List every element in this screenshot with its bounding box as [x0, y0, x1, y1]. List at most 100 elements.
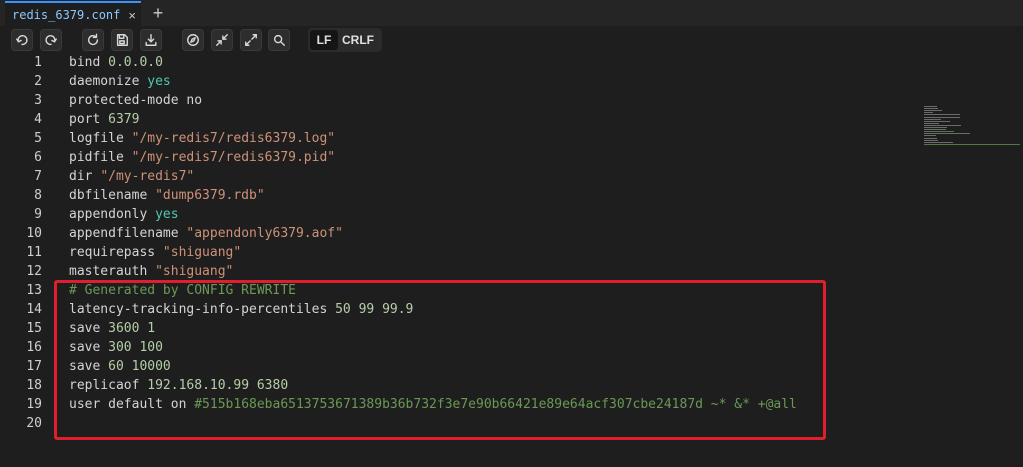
code-text: port 6379	[69, 112, 139, 127]
code-line[interactable]: 12 masterauth "shiguang"	[0, 262, 910, 281]
undo-icon[interactable]	[11, 29, 33, 51]
code-text: dir "/my-redis7"	[69, 169, 194, 184]
code-token: "shiguang"	[162, 245, 242, 260]
minimap-line	[924, 133, 971, 135]
minimap-line	[924, 114, 960, 116]
code-token: dbfilename	[69, 188, 156, 203]
code-token: dir	[69, 169, 101, 184]
line-number: 5	[34, 131, 42, 146]
eol-crlf-option[interactable]: CRLF	[338, 30, 378, 50]
minimap-line	[924, 124, 961, 126]
code-token: "appendonly6379.aof"	[186, 226, 343, 241]
line-number: 3	[34, 93, 42, 108]
minimap-line	[924, 135, 936, 137]
code-line[interactable]: 8 dbfilename "dump6379.rdb"	[0, 186, 910, 205]
minimap-line	[924, 139, 938, 141]
line-number: 18	[26, 378, 42, 393]
code-token: "/my-redis7/redis6379.pid"	[131, 150, 336, 165]
line-number: 7	[34, 169, 42, 184]
code-text: masterauth "shiguang"	[69, 264, 233, 279]
code-line[interactable]: 3 protected-mode no	[0, 91, 910, 110]
line-number: 13	[26, 283, 42, 298]
code-text: daemonize yes	[69, 74, 171, 89]
minimap-line	[924, 137, 937, 139]
code-token: bind	[69, 55, 109, 70]
line-number: 1	[34, 55, 42, 70]
minimap-line	[924, 116, 960, 118]
minimap-line	[924, 118, 941, 120]
minimap-line	[924, 120, 951, 122]
code-token: requirepass	[69, 245, 163, 260]
toolbar: LF CRLF	[0, 26, 1023, 54]
code-line[interactable]: 11 requirepass "shiguang"	[0, 243, 910, 262]
code-token: 0.0.0.0	[108, 55, 163, 70]
minimap-line	[924, 127, 948, 128]
code-line[interactable]: 9 appendonly yes	[0, 205, 910, 224]
code-token: masterauth	[69, 264, 156, 279]
code-token: port	[69, 112, 109, 127]
code-line[interactable]: 7 dir "/my-redis7"	[0, 167, 910, 186]
redo-icon[interactable]	[40, 29, 62, 51]
reload-icon[interactable]	[82, 29, 104, 51]
minimap-line	[924, 112, 934, 114]
code-token: yes	[147, 74, 171, 89]
minimap-line	[924, 141, 954, 143]
code-line[interactable]: 1 bind 0.0.0.0	[0, 53, 910, 72]
code-text: appendonly yes	[69, 207, 179, 222]
eol-lf-option[interactable]: LF	[310, 30, 338, 50]
minimap-line	[924, 129, 947, 131]
code-text: requirepass "shiguang"	[69, 245, 241, 260]
code-token: "shiguang"	[155, 264, 234, 279]
code-token: "/my-redis7"	[100, 169, 195, 184]
minimap[interactable]	[924, 106, 1022, 156]
scrollbar[interactable]	[1014, 56, 1023, 62]
search-icon[interactable]	[268, 29, 290, 51]
line-number: 15	[26, 321, 42, 336]
line-number: 10	[26, 226, 42, 241]
code-token: daemonize	[69, 74, 148, 89]
close-icon[interactable]: ×	[128, 9, 136, 22]
code-token: appendfilename	[69, 226, 187, 241]
minimap-line	[924, 110, 942, 112]
tab-title: redis_6379.conf	[12, 8, 121, 22]
line-number: 6	[34, 150, 42, 165]
code-token: yes	[155, 207, 179, 222]
minimap-line	[924, 143, 1020, 145]
download-icon[interactable]	[140, 29, 162, 51]
code-text: bind 0.0.0.0	[69, 55, 163, 70]
add-tab-icon[interactable]: +	[149, 3, 167, 23]
line-number: 11	[26, 245, 42, 260]
code-line[interactable]: 10 appendfilename "appendonly6379.aof"	[0, 224, 910, 243]
code-token: pidfile	[69, 150, 132, 165]
code-token: "/my-redis7/redis6379.log"	[131, 131, 336, 146]
minimap-line	[924, 122, 939, 124]
line-number: 2	[34, 74, 42, 89]
save-icon[interactable]	[111, 29, 133, 51]
line-number: 16	[26, 340, 42, 355]
line-number: 8	[34, 188, 42, 203]
code-text: protected-mode no	[69, 93, 202, 108]
code-text: dbfilename "dump6379.rdb"	[69, 188, 265, 203]
code-token: "dump6379.rdb"	[155, 188, 265, 203]
line-number: 12	[26, 264, 42, 279]
compass-icon[interactable]	[182, 29, 204, 51]
line-number: 4	[34, 112, 42, 127]
code-text: appendfilename "appendonly6379.aof"	[69, 226, 343, 241]
line-number: 9	[34, 207, 42, 222]
minimap-line	[924, 108, 938, 110]
highlight-box	[54, 280, 826, 440]
collapse-icon[interactable]	[211, 29, 233, 51]
code-line[interactable]: 4 port 6379	[0, 110, 910, 129]
tab-redis-conf[interactable]: redis_6379.conf ×	[5, 1, 141, 27]
tab-bar: redis_6379.conf × +	[0, 0, 1023, 27]
code-line[interactable]: 5 logfile "/my-redis7/redis6379.log"	[0, 129, 910, 148]
code-line[interactable]: 2 daemonize yes	[0, 72, 910, 91]
code-text: logfile "/my-redis7/redis6379.log"	[69, 131, 335, 146]
code-editor[interactable]: 1 bind 0.0.0.0 2 daemonize yes 3 protected-mo…	[0, 54, 1023, 467]
line-number: 20	[26, 416, 42, 431]
code-text: pidfile "/my-redis7/redis6379.pid"	[69, 150, 335, 165]
expand-icon[interactable]	[240, 29, 262, 51]
line-ending-toggle: LF CRLF	[308, 28, 382, 52]
line-number: 17	[26, 359, 42, 374]
code-line[interactable]: 6 pidfile "/my-redis7/redis6379.pid"	[0, 148, 910, 167]
